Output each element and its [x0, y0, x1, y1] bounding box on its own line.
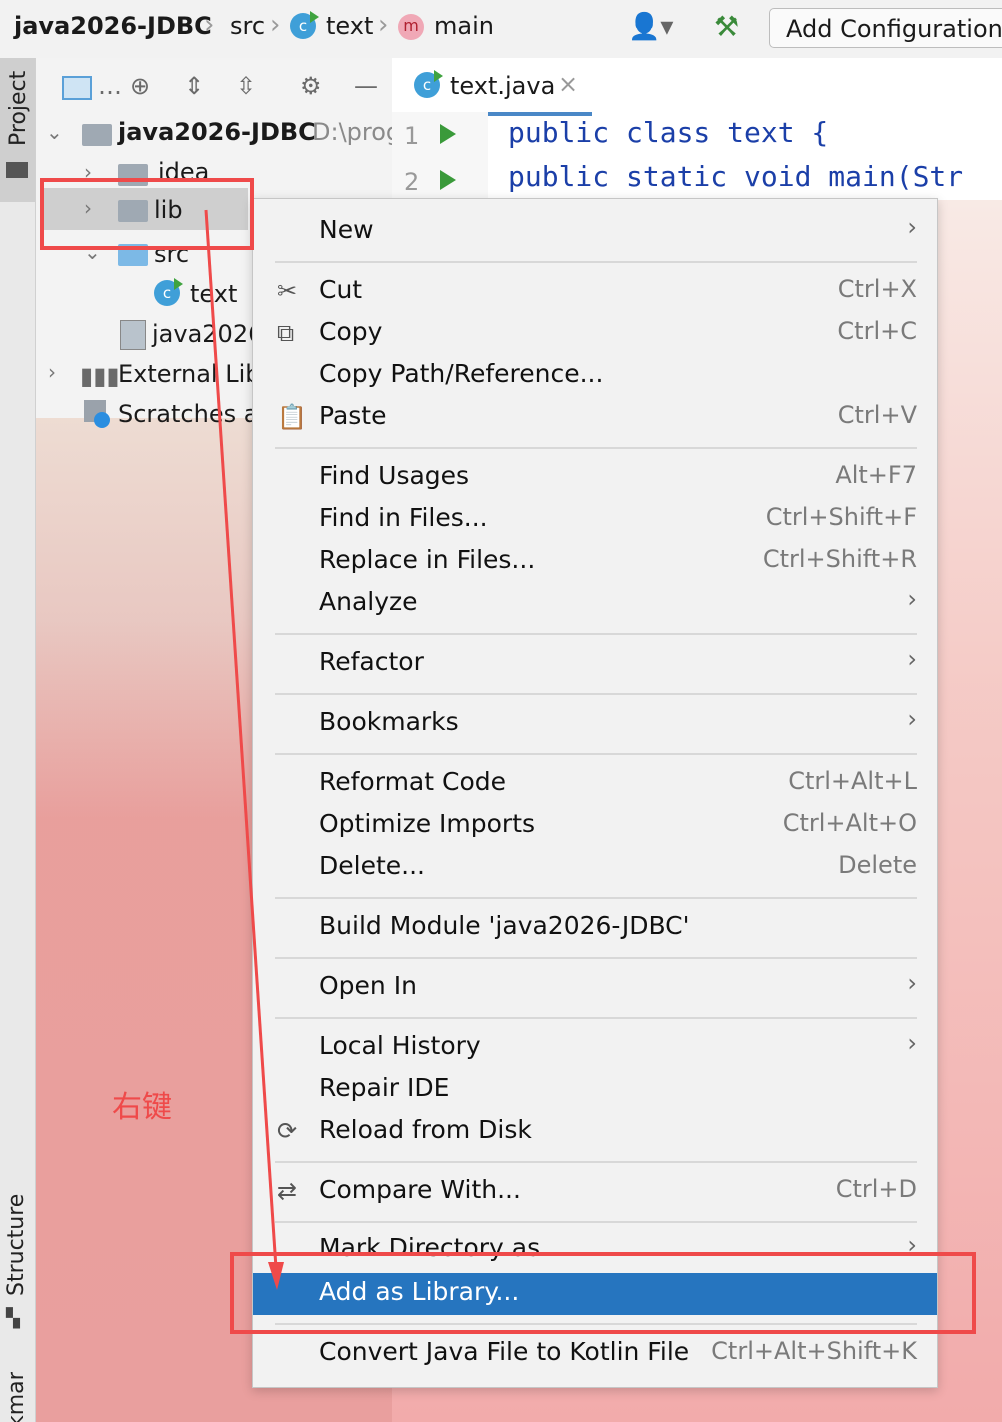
annotation-arrow	[204, 209, 284, 1290]
arrow-line	[204, 209, 278, 1269]
arrow-head	[268, 1262, 284, 1290]
annotation-note: 右键	[112, 1090, 172, 1125]
